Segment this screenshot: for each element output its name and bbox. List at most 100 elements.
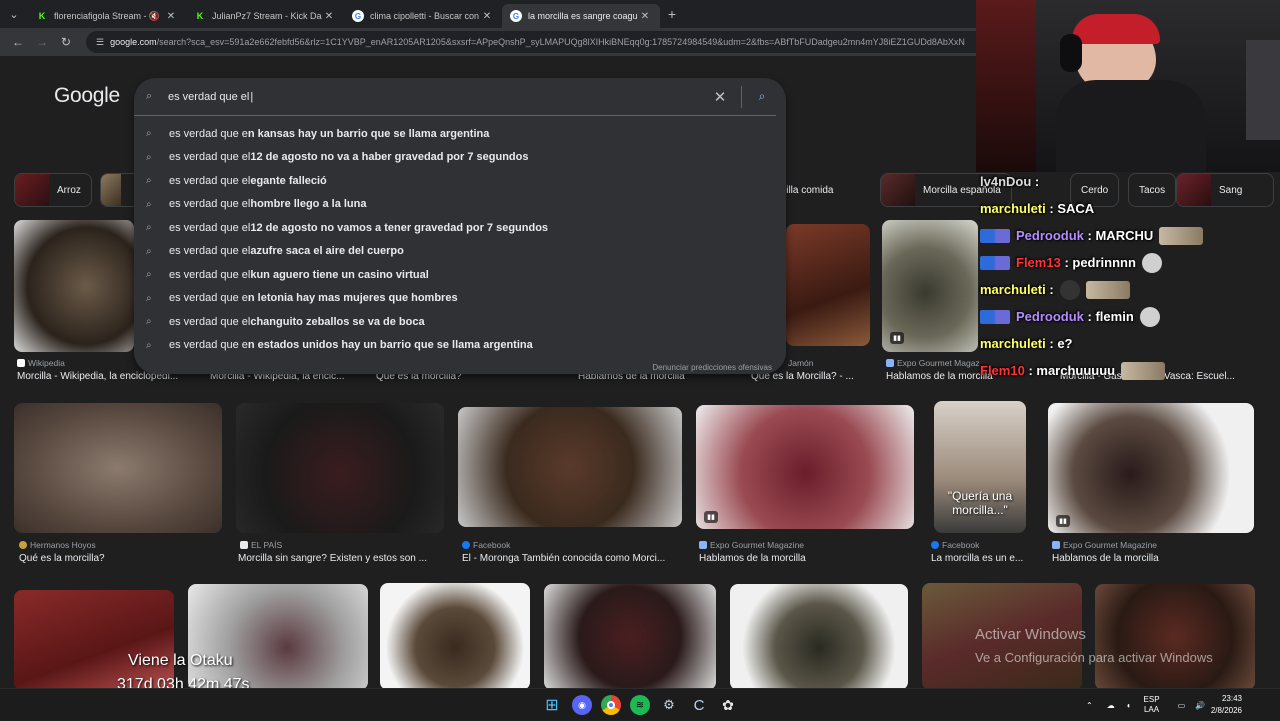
emote xyxy=(1121,361,1166,380)
divider xyxy=(741,85,742,108)
report-predictions-link[interactable]: Denunciar predicciones ofensivas xyxy=(652,363,772,372)
webcam-overlay xyxy=(976,0,1280,172)
stream-overlay-title: Viene la Otaku xyxy=(128,652,233,669)
image-source: Wikipedia xyxy=(17,358,65,368)
suggestion-item[interactable]: ⌕ es verdad que el azufre saca el aire de… xyxy=(134,240,786,264)
site-info-icon[interactable]: ☰ xyxy=(96,37,104,48)
emote xyxy=(1141,252,1162,273)
tab-3[interactable]: G clima cipolletti - Buscar con Go ✕ xyxy=(344,4,502,28)
image-result[interactable] xyxy=(14,220,134,352)
image-result[interactable] xyxy=(786,224,870,346)
close-tab-icon[interactable]: ✕ xyxy=(164,11,178,22)
volume-icon[interactable]: 🔊 xyxy=(1195,701,1205,710)
chat-message: Pedrooduk : flemin xyxy=(980,303,1256,330)
tab-title: JulianPz7 Stream - Kick Dashbo xyxy=(212,11,322,21)
image-result[interactable]: "Quería una morcilla..." xyxy=(934,401,1026,533)
image-result[interactable] xyxy=(1095,584,1255,688)
chat-message: Flem13 : pedrinnnn xyxy=(980,249,1256,276)
image-source: Expo Gourmet Magaz xyxy=(886,358,980,368)
steam-icon[interactable]: ⚙ xyxy=(659,695,679,715)
image-caption[interactable]: Hablamos de la morcilla xyxy=(1052,553,1252,564)
tab-search-icon[interactable]: ⌄ xyxy=(0,0,28,28)
chevron-up-icon[interactable]: ⌃ xyxy=(1086,701,1093,710)
url-path: /search?sca_esv=591a2e662febfd56&rlz=1C1… xyxy=(156,37,965,47)
image-result[interactable] xyxy=(380,583,530,688)
onedrive-icon[interactable]: ☁ xyxy=(1107,701,1115,710)
chair xyxy=(976,0,1036,172)
image-caption[interactable]: El - Moronga También conocida como Morci… xyxy=(462,553,682,564)
clear-icon[interactable]: ✕ xyxy=(705,88,735,106)
suggestion-item[interactable]: ⌕ es verdad que en letonia hay mas mujere… xyxy=(134,287,786,311)
image-result[interactable] xyxy=(544,584,716,688)
suggestion-item[interactable]: ⌕ es verdad que el hombre llego a la luna xyxy=(134,193,786,217)
search-input[interactable]: es verdad que el xyxy=(168,91,705,103)
spotify-icon[interactable]: ≋ xyxy=(630,695,650,715)
tab-1[interactable]: K florenciafigola Stream - Wa 🔇 ✕ xyxy=(28,4,186,28)
tab-4[interactable]: G la morcilla es sangre coagulada ✕ xyxy=(502,4,660,28)
google-logo[interactable]: Google xyxy=(54,84,120,108)
image-source: Hermanos Hoyos xyxy=(19,540,96,550)
suggestion-item[interactable]: ⌕ es verdad que el 12 de agosto no va a h… xyxy=(134,146,786,170)
hoodie xyxy=(1056,80,1206,172)
back-icon[interactable]: ← xyxy=(6,35,30,49)
network-icon[interactable]: ▭ xyxy=(1178,701,1186,710)
suggestion-item[interactable]: ⌕ es verdad que el changuito zeballos se … xyxy=(134,310,786,334)
image-result[interactable]: ▮▮ xyxy=(882,220,978,352)
forward-icon[interactable]: → xyxy=(30,35,54,49)
image-result[interactable]: ▮▮ xyxy=(1048,403,1254,533)
close-tab-icon[interactable]: ✕ xyxy=(638,11,652,22)
stream-chat: lv4nDou : marchuleti : SACA Pedrooduk : … xyxy=(980,168,1256,380)
url-host: google.com xyxy=(110,37,157,47)
ccleaner-icon[interactable]: C xyxy=(689,695,709,715)
close-tab-icon[interactable]: ✕ xyxy=(480,11,494,22)
chrome-icon[interactable] xyxy=(601,695,621,715)
image-source: Jamón xyxy=(788,358,814,368)
activate-windows-title: Activar Windows xyxy=(975,626,1086,643)
tab-title: clima cipolletti - Buscar con Go xyxy=(370,11,480,21)
image-caption[interactable]: Hablamos de la morcilla xyxy=(699,553,909,564)
clock[interactable]: 23:43 2/8/2026 xyxy=(1211,693,1242,717)
close-tab-icon[interactable]: ✕ xyxy=(322,11,336,22)
headset xyxy=(1060,34,1082,72)
image-result[interactable] xyxy=(14,590,174,688)
search-icon: ⌕ xyxy=(146,222,152,234)
mute-icon[interactable]: 🔇 xyxy=(149,11,160,22)
suggestion-item[interactable]: ⌕ es verdad que en kansas hay un barrio q… xyxy=(134,122,786,146)
suggestion-item[interactable]: ⌕ es verdad que el egante falleció xyxy=(134,169,786,193)
windows-start-icon[interactable]: ⊞ xyxy=(542,695,562,715)
suggestion-list: ⌕ es verdad que en kansas hay un barrio q… xyxy=(134,116,786,357)
image-caption[interactable]: La morcilla es un e... xyxy=(931,553,1031,564)
suggestion-item[interactable]: ⌕ es verdad que en estados unidos hay un … xyxy=(134,334,786,358)
image-caption[interactable]: Morcilla sin sangre? Existen y estos son… xyxy=(238,553,448,564)
image-source: Facebook xyxy=(931,540,979,550)
discord-icon[interactable]: ◉ xyxy=(572,695,592,715)
monitor xyxy=(1246,40,1280,140)
emote xyxy=(1139,306,1160,327)
tab-2[interactable]: K JulianPz7 Stream - Kick Dashbo ✕ xyxy=(186,4,344,28)
suggestion-item[interactable]: ⌕ es verdad que el 12 de agosto no vamos … xyxy=(134,216,786,240)
image-source: Expo Gourmet Magazine xyxy=(1052,540,1157,550)
chat-message: lv4nDou : xyxy=(980,174,1040,189)
reload-icon[interactable]: ↻ xyxy=(54,35,78,49)
image-source: Facebook xyxy=(462,540,510,550)
image-caption[interactable]: Qué es la morcilla? xyxy=(19,553,219,564)
language-indicator[interactable]: ESP LAA xyxy=(1144,695,1160,715)
image-result[interactable]: ▮▮ xyxy=(696,405,914,529)
chip[interactable]: Arroz xyxy=(14,173,92,207)
new-tab-button[interactable]: + xyxy=(660,6,684,22)
suggestion-item[interactable]: ⌕ es verdad que el kun aguero tiene un ca… xyxy=(134,263,786,287)
site-icon xyxy=(19,541,27,549)
app-icon[interactable]: ✿ xyxy=(718,695,738,715)
meme-caption: "Quería una morcilla..." xyxy=(947,489,1013,517)
search-submit-icon[interactable]: ⌕ xyxy=(748,89,776,104)
chip-thumbnail xyxy=(101,174,121,206)
search-icon: ⌕ xyxy=(146,269,152,281)
image-result[interactable] xyxy=(730,584,908,688)
image-result[interactable] xyxy=(14,403,222,533)
image-result[interactable] xyxy=(458,407,682,527)
search-icon: ⌕ xyxy=(146,316,152,328)
image-result[interactable] xyxy=(188,584,368,688)
image-result[interactable] xyxy=(236,403,444,533)
tray-icon[interactable]: ◐ xyxy=(1127,701,1132,710)
site-icon xyxy=(699,541,707,549)
